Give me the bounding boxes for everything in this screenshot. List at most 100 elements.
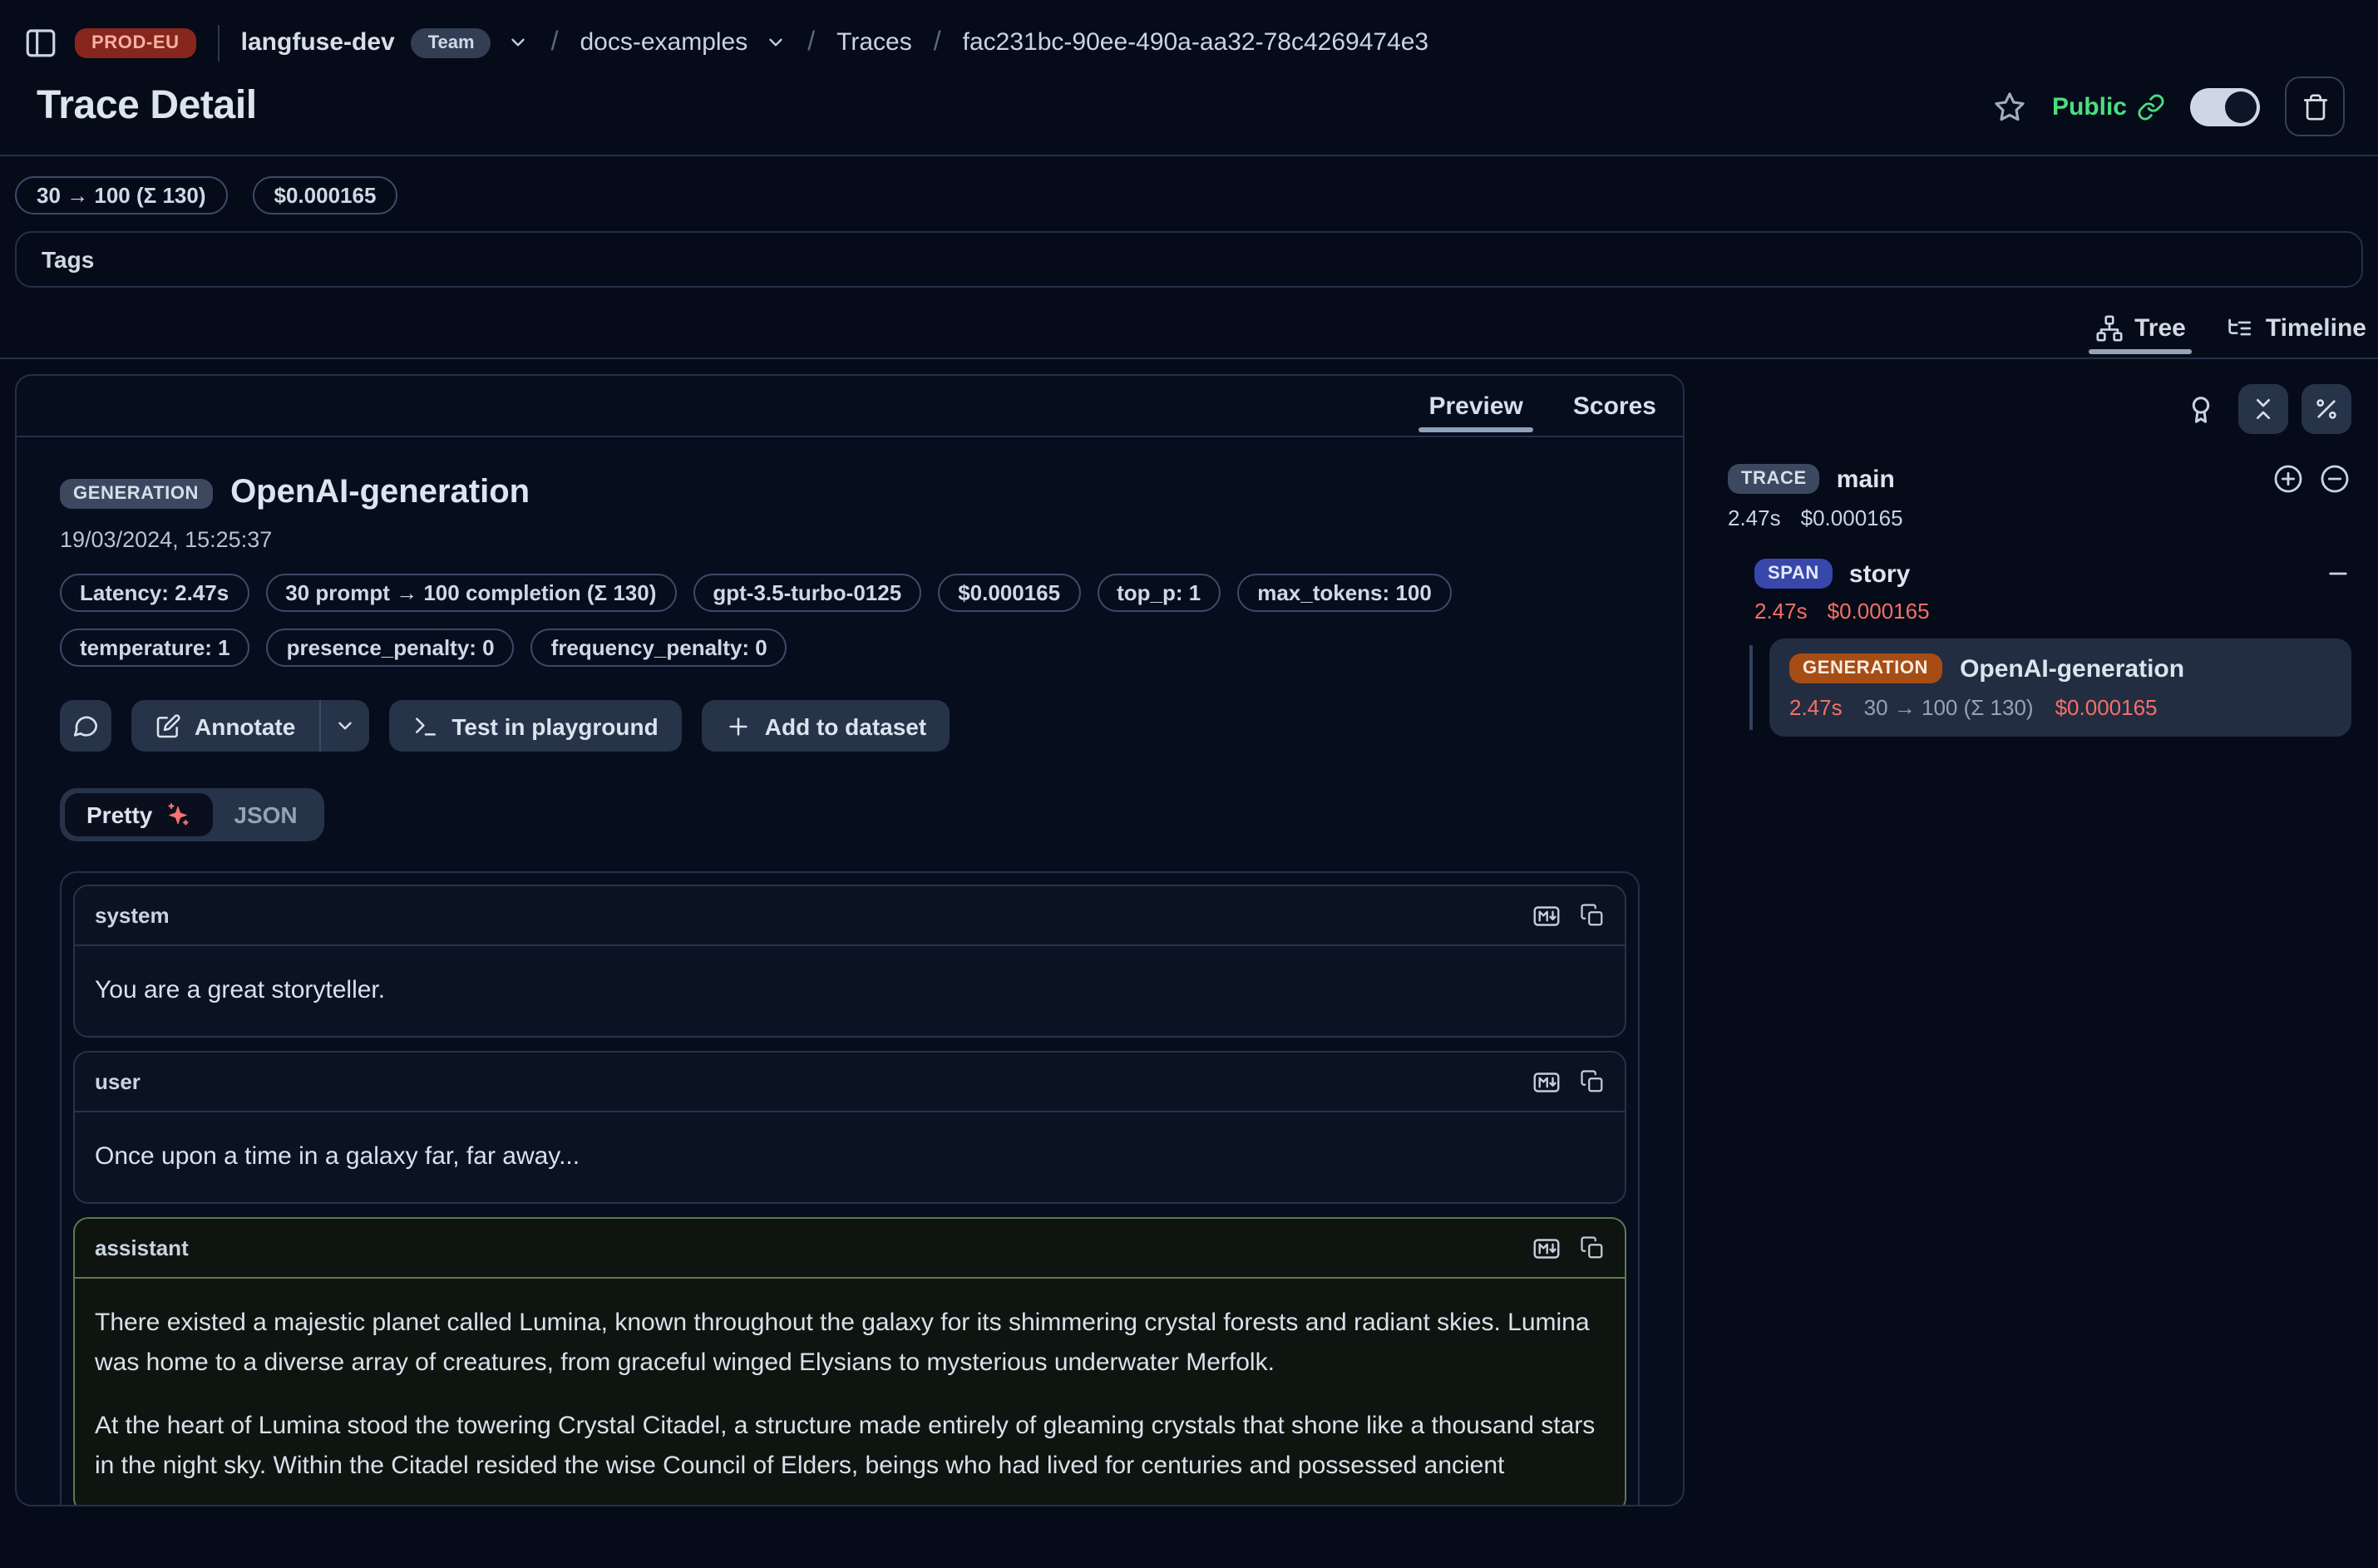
terminal-icon [412, 713, 438, 739]
public-toggle[interactable] [2190, 87, 2260, 126]
span-type-badge: SPAN [1754, 559, 1833, 589]
annotate-button[interactable]: Annotate [131, 700, 318, 752]
annotate-dropdown-button[interactable] [318, 700, 368, 752]
copy-button[interactable] [1580, 1235, 1605, 1260]
panel-left-icon [23, 25, 58, 60]
tab-timeline-label: Timeline [2266, 314, 2366, 343]
trace-tree-panel: TRACE main 2.47s $0.000165 SPAN [1728, 374, 2365, 737]
observation-meta-pills: Latency: 2.47s 30 prompt → 100 completio… [60, 574, 1640, 667]
tree-node-span[interactable]: SPAN story [1754, 559, 2351, 589]
format-toggle: Pretty JSON [60, 788, 324, 841]
copy-button[interactable] [1580, 1069, 1605, 1094]
plus-circle-icon [2272, 462, 2305, 496]
divider [218, 24, 220, 61]
sparkles-icon [164, 801, 190, 828]
org-switcher-button[interactable] [508, 32, 530, 53]
max-tokens-badge: max_tokens: 100 [1237, 574, 1452, 612]
test-in-playground-button[interactable]: Test in playground [388, 700, 681, 752]
markdown-toggle-button[interactable] [1532, 900, 1561, 930]
assistant-paragraph: There existed a majestic planet called L… [95, 1304, 1605, 1383]
collapse-node-button[interactable] [2325, 560, 2351, 587]
cost-badge: $0.000165 [938, 574, 1080, 612]
trace-metrics: 2.47s $0.000165 [1728, 505, 2351, 530]
project-switcher-button[interactable] [764, 32, 786, 53]
observation-header: GENERATION OpenAI-generation [60, 474, 1640, 512]
breadcrumb-separator: / [929, 27, 946, 57]
breadcrumb-org[interactable]: langfuse-dev [241, 28, 395, 57]
main-content: Preview Scores GENERATION OpenAI-generat… [0, 359, 2378, 1506]
token-usage-badge: 30 → 100 (Σ 130) [15, 176, 228, 214]
copy-button[interactable] [1580, 903, 1605, 928]
top-p-badge: top_p: 1 [1097, 574, 1221, 612]
observation-name: OpenAI-generation [230, 474, 530, 512]
generation-header: GENERATION OpenAI-generation [1789, 653, 2331, 683]
tree-icon [2094, 314, 2123, 343]
sidebar-toggle-button[interactable] [23, 25, 58, 60]
span-latency: 2.47s [1754, 599, 1808, 624]
generation-cost: $0.000165 [2055, 695, 2158, 720]
markdown-icon [1532, 900, 1561, 930]
breadcrumb-traces-link[interactable]: Traces [836, 28, 912, 57]
award-button[interactable] [2185, 393, 2217, 425]
expand-all-button[interactable] [2272, 462, 2305, 496]
copy-icon [1580, 1069, 1605, 1094]
tab-scores[interactable]: Scores [1566, 392, 1663, 436]
annotate-button-group: Annotate [131, 700, 368, 752]
message-assistant: assistant There existed [73, 1217, 1626, 1506]
markdown-toggle-button[interactable] [1532, 1233, 1561, 1263]
presence-penalty-badge: presence_penalty: 0 [267, 629, 515, 667]
tree-node-trace[interactable]: TRACE main [1728, 462, 2351, 496]
collapse-level-button[interactable] [2318, 462, 2351, 496]
tab-timeline[interactable]: Timeline [2226, 314, 2366, 357]
page-title: Trace Detail [37, 83, 257, 130]
message-header: user [75, 1053, 1625, 1112]
comment-button[interactable] [60, 700, 111, 752]
observation-detail-card: Preview Scores GENERATION OpenAI-generat… [15, 374, 1685, 1506]
add-to-dataset-button[interactable]: Add to dataset [702, 700, 950, 752]
breadcrumb-project[interactable]: docs-examples [580, 28, 747, 57]
message-header: system [75, 886, 1625, 946]
span-children: GENERATION OpenAI-generation 2.47s 30 → … [1754, 639, 2351, 737]
message-content: There existed a majestic planet called L… [75, 1279, 1625, 1506]
percent-metrics-button[interactable] [2302, 384, 2351, 434]
detail-body: GENERATION OpenAI-generation 19/03/2024,… [17, 437, 1683, 1506]
delete-trace-button[interactable] [2285, 76, 2345, 136]
observation-type-badge: GENERATION [60, 478, 212, 508]
generation-name: OpenAI-generation [1960, 654, 2184, 683]
trace-latency: 2.47s [1728, 505, 1781, 530]
tab-tree[interactable]: Tree [2094, 314, 2186, 357]
format-json-button[interactable]: JSON [212, 793, 318, 836]
format-pretty-button[interactable]: Pretty [65, 793, 212, 836]
tree-node-generation-selected[interactable]: GENERATION OpenAI-generation 2.47s 30 → … [1769, 639, 2351, 737]
annotate-label: Annotate [195, 713, 295, 739]
tags-input[interactable]: Tags [15, 231, 2363, 288]
message-header: assistant [75, 1219, 1625, 1279]
message-content: You are a great storyteller. [75, 946, 1625, 1036]
trace-name: main [1837, 465, 1895, 493]
json-label: JSON [234, 801, 297, 828]
public-label: Public [2052, 92, 2127, 121]
message-content: Once upon a time in a galaxy far, far aw… [75, 1112, 1625, 1202]
message-system: system You are a great storyteller. [73, 885, 1626, 1038]
bookmark-star-button[interactable] [1992, 89, 2027, 124]
percent-icon [2313, 396, 2340, 422]
model-badge: gpt-3.5-turbo-0125 [693, 574, 921, 612]
span-name: story [1849, 560, 1910, 588]
tree-span-block: SPAN story 2.47s $0.000165 GENER [1754, 559, 2351, 737]
star-icon [1992, 89, 2027, 124]
environment-badge: PROD-EU [75, 27, 196, 57]
org-type-badge: Team [412, 27, 491, 57]
timeline-icon [2226, 314, 2254, 343]
award-icon [2185, 393, 2217, 425]
markdown-toggle-button[interactable] [1532, 1067, 1561, 1097]
cost-badge: $0.000165 [253, 176, 398, 214]
tab-preview[interactable]: Preview [1422, 392, 1529, 436]
public-link[interactable]: Public [2052, 92, 2165, 121]
pencil-square-icon [155, 713, 181, 739]
span-cost: $0.000165 [1828, 599, 1930, 624]
view-tabs: Tree Timeline [0, 288, 2378, 359]
collapse-all-button[interactable] [2238, 384, 2288, 434]
trace-type-badge: TRACE [1728, 464, 1820, 494]
span-metrics: 2.47s $0.000165 [1754, 599, 2351, 624]
breadcrumb-trace-id: fac231bc-90ee-490a-aa32-78c4269474e3 [963, 28, 1428, 57]
